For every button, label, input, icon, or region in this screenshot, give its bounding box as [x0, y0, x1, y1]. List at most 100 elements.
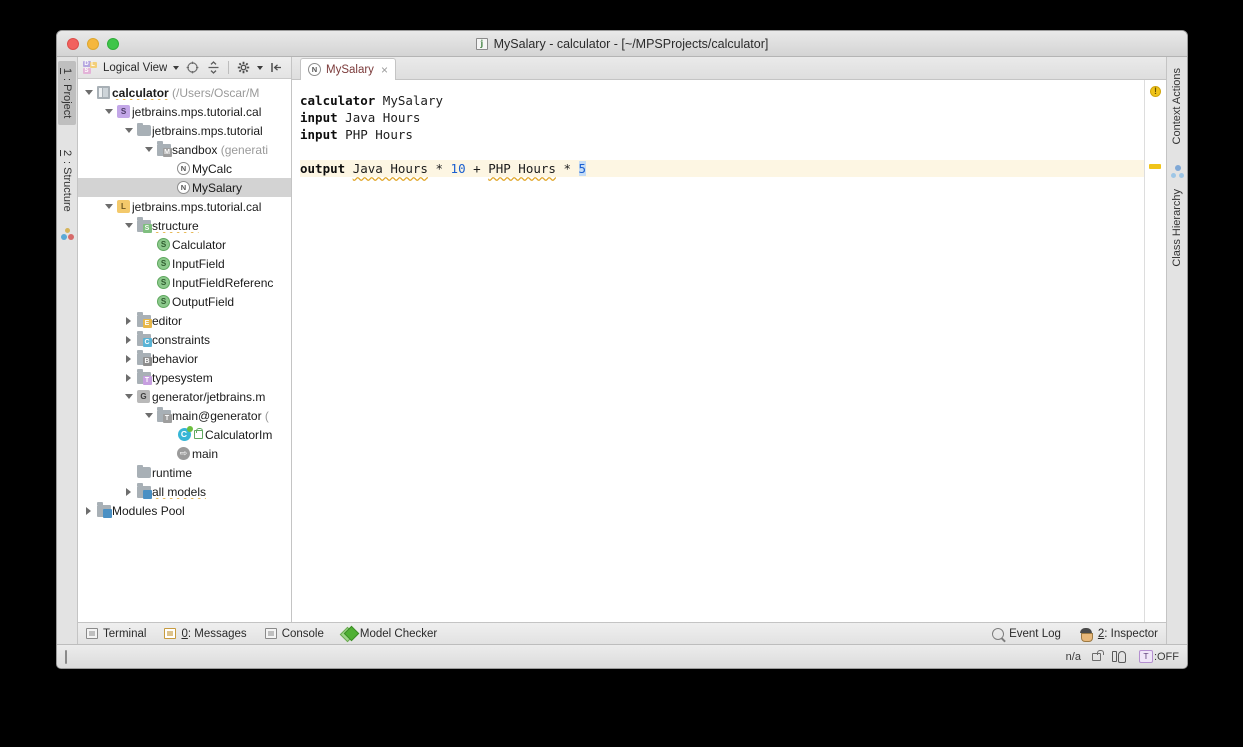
tree-row[interactable]: S InputField	[78, 254, 291, 273]
editor-gutter[interactable]: !	[1144, 80, 1166, 622]
screen-toggle-icon[interactable]	[65, 649, 67, 664]
folder-icon	[135, 122, 152, 136]
tree-row[interactable]: N MySalary	[78, 178, 291, 197]
tree-row[interactable]: runtime	[78, 463, 291, 482]
editor-aspect-icon: E	[135, 312, 152, 328]
tool-tab-class-hierarchy[interactable]: Class Hierarchy	[1168, 182, 1186, 274]
tree-row[interactable]: Msandbox (generati	[78, 140, 291, 159]
tree-row[interactable]: jetbrains.mps.tutorial	[78, 121, 291, 140]
code-line[interactable]: calculator MySalary	[300, 92, 1144, 109]
tree-row[interactable]: C CalculatorIm	[78, 425, 291, 444]
tree-row[interactable]: Bbehavior	[78, 349, 291, 368]
app-icon: j	[475, 37, 488, 50]
tree-row[interactable]: Eeditor	[78, 311, 291, 330]
code-line[interactable]	[300, 143, 1144, 160]
power-plug-icon[interactable]	[1111, 650, 1128, 663]
tree-row-label: editor	[152, 313, 183, 328]
editor-body: calculator MySalary input Java Hours input…	[292, 80, 1166, 622]
chevron-down-icon[interactable]	[142, 413, 155, 418]
code-editor[interactable]: calculator MySalary input Java Hours input…	[292, 80, 1144, 622]
chevron-down-icon[interactable]	[173, 65, 180, 70]
tree-row[interactable]: S InputFieldReferenc	[78, 273, 291, 292]
tool-button-inspector[interactable]: 2: Inspector	[1079, 627, 1158, 642]
tree-row-label: sandbox (generati	[172, 142, 269, 157]
code-token: 5	[578, 161, 587, 176]
tool-button-messages[interactable]: 0: Messages	[164, 628, 247, 640]
code-token: Java Hours	[345, 110, 421, 125]
gear-chevron-icon[interactable]	[257, 65, 264, 70]
code-line[interactable]: input PHP Hours	[300, 126, 1144, 143]
ide-window: j MySalary - calculator - [~/MPSProjects…	[56, 30, 1188, 669]
tool-button-terminal[interactable]: Terminal	[86, 628, 146, 640]
lock-icon[interactable]	[1091, 649, 1104, 661]
code-token: output	[300, 161, 346, 176]
chevron-down-icon[interactable]	[122, 128, 135, 133]
tree-row[interactable]: S OutputField	[78, 292, 291, 311]
chevron-right-icon[interactable]	[122, 487, 135, 496]
settings-gear-icon[interactable]	[236, 60, 251, 75]
code-token: input	[300, 110, 338, 125]
chevron-down-icon[interactable]	[122, 394, 135, 399]
tool-tab-project-mnemonic: 1	[61, 68, 73, 75]
code-line[interactable]: input Java Hours	[300, 109, 1144, 126]
memory-indicator[interactable]: n/a	[1066, 651, 1081, 663]
tree-row-label: Calculator	[172, 237, 227, 252]
tool-tab-structure[interactable]: 2: Structure	[58, 143, 76, 218]
tree-row[interactable]: all models	[78, 482, 291, 501]
tree-row[interactable]: Ggenerator/jetbrains.m	[78, 387, 291, 406]
tree-row[interactable]: S Calculator	[78, 235, 291, 254]
tree-row[interactable]: Sjetbrains.mps.tutorial.cal	[78, 102, 291, 121]
code-token: *	[563, 161, 571, 176]
hide-panel-icon[interactable]	[269, 60, 284, 75]
chevron-down-icon[interactable]	[102, 109, 115, 114]
chevron-right-icon[interactable]	[122, 354, 135, 363]
tool-button-model-checker[interactable]: Model Checker	[342, 628, 437, 640]
scroll-from-source-icon[interactable]	[185, 60, 200, 75]
concept-icon: S	[155, 257, 172, 270]
logical-view-label[interactable]: Logical View	[103, 62, 167, 74]
tool-button-console[interactable]: Console	[264, 628, 324, 640]
tooltip-badge-icon[interactable]: T	[1138, 650, 1153, 663]
close-button[interactable]	[67, 37, 79, 50]
maximize-button[interactable]	[107, 37, 119, 50]
tree-row[interactable]: Sstructure	[78, 216, 291, 235]
template-model-icon: T	[155, 407, 172, 423]
chevron-down-icon[interactable]	[102, 204, 115, 209]
tree-row-label: jetbrains.mps.tutorial.cal	[132, 104, 262, 119]
tree-row[interactable]: Ljetbrains.mps.tutorial.cal	[78, 197, 291, 216]
tree-row[interactable]: Cconstraints	[78, 330, 291, 349]
tree-row[interactable]: Ttypesystem	[78, 368, 291, 387]
tool-tab-context-actions-label: Context Actions	[1171, 68, 1183, 145]
tree-row[interactable]: Modules Pool	[78, 501, 291, 520]
tool-tab-structure-mnemonic: 2	[61, 150, 73, 157]
code-token: input	[300, 127, 338, 142]
tool-tab-project[interactable]: 1: Project	[58, 61, 76, 126]
warning-indicator-icon[interactable]: !	[1150, 86, 1161, 97]
tree-row[interactable]: Tmain@generator (	[78, 406, 291, 425]
chevron-down-icon[interactable]	[142, 147, 155, 152]
tree-row[interactable]: calculator (/Users/Oscar/M	[78, 83, 291, 102]
chevron-right-icon[interactable]	[122, 316, 135, 325]
concept-icon: S	[155, 295, 172, 308]
status-bar-right: n/a T :OFF	[1066, 649, 1179, 663]
editor-tab-mysalary[interactable]: N MySalary ×	[300, 58, 396, 80]
view-mode-badge-icon[interactable]: D S L	[82, 60, 97, 75]
chevron-down-icon[interactable]	[122, 223, 135, 228]
chevron-right-icon[interactable]	[122, 373, 135, 382]
tree-row[interactable]: N MyCalc	[78, 159, 291, 178]
close-icon[interactable]: ×	[381, 63, 388, 77]
class-hierarchy-icon	[1170, 165, 1184, 179]
project-tree[interactable]: calculator (/Users/Oscar/M Sjetbrains.mps…	[78, 79, 291, 622]
chevron-right-icon[interactable]	[122, 335, 135, 344]
minimize-button[interactable]	[87, 37, 99, 50]
chevron-right-icon[interactable]	[82, 506, 95, 515]
tool-button-event-log[interactable]: Event Log	[992, 627, 1061, 640]
collapse-all-icon[interactable]	[206, 60, 221, 75]
chevron-down-icon[interactable]	[82, 90, 95, 95]
tool-tab-context-actions[interactable]: Context Actions	[1168, 61, 1186, 151]
warning-stripe-marker[interactable]	[1149, 164, 1161, 169]
tree-row[interactable]: ⇨ main	[78, 444, 291, 463]
code-line[interactable]: output Java Hours * 10 + PHP Hours * 5	[300, 160, 1144, 177]
